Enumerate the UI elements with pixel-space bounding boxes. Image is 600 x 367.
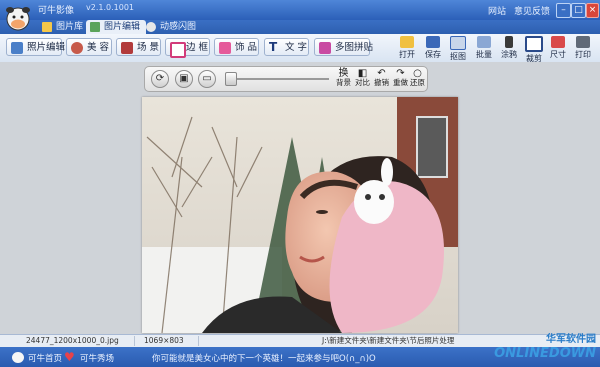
grid-icon bbox=[42, 22, 52, 32]
redo-button[interactable]: ↷ 重做 bbox=[392, 68, 409, 89]
status-dimensions: 1069×803 bbox=[140, 336, 199, 346]
accessory-button[interactable]: 饰 品 bbox=[214, 38, 259, 56]
print-button[interactable]: 打印 bbox=[572, 36, 594, 60]
folder-icon bbox=[400, 36, 414, 48]
restore-button[interactable]: ○ 还原 bbox=[409, 68, 426, 89]
tab-animated[interactable]: 动感闪图 bbox=[142, 20, 202, 34]
tab-label: 图片库 bbox=[56, 22, 84, 32]
scene-button[interactable]: 场 景 bbox=[116, 38, 161, 56]
face-icon bbox=[71, 42, 83, 54]
floppy-icon bbox=[426, 36, 440, 48]
title-bar: 可牛影像 v2.1.0.1001 网站 意见反馈 – □ × bbox=[0, 0, 600, 31]
close-button[interactable]: × bbox=[586, 3, 599, 18]
cow-logo-icon bbox=[6, 7, 30, 31]
actual-size-icon[interactable]: ▭ bbox=[198, 70, 216, 88]
frame-icon bbox=[170, 42, 186, 58]
feedback-link[interactable]: 意见反馈 bbox=[514, 4, 550, 17]
resize-button[interactable]: 尺寸 bbox=[547, 36, 569, 60]
cutout-button[interactable]: 抠图 bbox=[447, 36, 469, 62]
save-button[interactable]: 保存 bbox=[422, 36, 444, 60]
keniu-show-link[interactable]: ♥ 可牛秀场 bbox=[64, 350, 114, 364]
minimize-button[interactable]: – bbox=[556, 3, 571, 18]
watermark-cn: 华军软件园 bbox=[546, 334, 596, 345]
batch-button[interactable]: 批量 bbox=[473, 36, 495, 60]
photo-image bbox=[142, 97, 458, 334]
app-title: 可牛影像 bbox=[38, 6, 75, 16]
cow-icon bbox=[12, 352, 24, 363]
scene-icon bbox=[121, 42, 133, 54]
animation-icon bbox=[146, 22, 156, 32]
cutout-icon bbox=[450, 36, 466, 50]
collage-button[interactable]: 多图拼贴 bbox=[314, 38, 373, 56]
beauty-button[interactable]: 美 容 bbox=[66, 38, 112, 56]
workspace: ⟳ ▣ ▭ 换 背景 ◧ 对比 ↶ 撤销 ↷ 重做 ○ 还原 bbox=[0, 62, 600, 334]
heart-icon: ♥ bbox=[64, 350, 75, 364]
resize-icon bbox=[551, 36, 565, 48]
tab-label: 动感闪图 bbox=[160, 22, 197, 32]
doodle-button[interactable]: 涂鸦 bbox=[498, 36, 520, 60]
crop-button[interactable]: 裁剪 bbox=[523, 36, 545, 64]
photo-edit-icon bbox=[11, 42, 23, 54]
watermark-en: ONLINEDOWN bbox=[494, 346, 596, 361]
main-tabs: 图片库 图片编辑 动感闪图 bbox=[0, 20, 600, 34]
crop-icon bbox=[525, 36, 543, 52]
compare-button[interactable]: ◧ 对比 bbox=[354, 68, 371, 89]
tab-image-edit[interactable]: 图片编辑 bbox=[86, 20, 147, 34]
edit-toolbar: ⟳ ▣ ▭ 换 背景 ◧ 对比 ↶ 撤销 ↷ 重做 ○ 还原 bbox=[144, 66, 428, 92]
zoom-slider[interactable] bbox=[229, 78, 329, 80]
printer-icon bbox=[576, 36, 590, 48]
website-link[interactable]: 网站 bbox=[488, 4, 506, 17]
rotate-icon[interactable]: ⟳ bbox=[151, 70, 169, 88]
photo-canvas[interactable] bbox=[142, 97, 458, 334]
zoom-slider-thumb[interactable] bbox=[225, 72, 237, 86]
edit-icon bbox=[90, 22, 100, 32]
open-button[interactable]: 打开 bbox=[396, 36, 418, 60]
status-path: J:\新建文件夹\新建文件夹\节后照片处理 bbox=[322, 336, 455, 345]
tab-label: 图片编辑 bbox=[104, 22, 141, 32]
photo-edit-button[interactable]: 照片编辑 bbox=[6, 38, 65, 56]
frame-button[interactable]: 边 框 bbox=[165, 38, 210, 58]
main-toolbar: 照片编辑 美 容 场 景 边 框 饰 品 T 文 字 多图拼贴 打开 保存 抠图… bbox=[0, 34, 600, 63]
footer-slogan[interactable]: 你可能就是美女心中的下一个英雄！一起来参与吧O(∩_∩)O bbox=[152, 352, 376, 364]
brush-icon bbox=[505, 36, 513, 48]
change-background-button[interactable]: 换 背景 bbox=[335, 68, 352, 89]
undo-button[interactable]: ↶ 撤销 bbox=[373, 68, 390, 89]
text-t-icon: T bbox=[269, 40, 278, 54]
batch-icon bbox=[477, 36, 491, 48]
app-version: v2.1.0.1001 bbox=[86, 3, 134, 12]
collage-icon bbox=[319, 42, 331, 54]
bow-icon bbox=[219, 42, 231, 54]
status-filename: 24477_1200x1000_0.jpg bbox=[22, 336, 135, 346]
keniu-home-link[interactable]: 可牛首页 bbox=[12, 352, 62, 364]
maximize-button[interactable]: □ bbox=[571, 3, 586, 18]
text-button[interactable]: T 文 字 bbox=[264, 38, 309, 56]
tab-image-library[interactable]: 图片库 bbox=[38, 20, 89, 34]
fit-screen-icon[interactable]: ▣ bbox=[175, 70, 193, 88]
